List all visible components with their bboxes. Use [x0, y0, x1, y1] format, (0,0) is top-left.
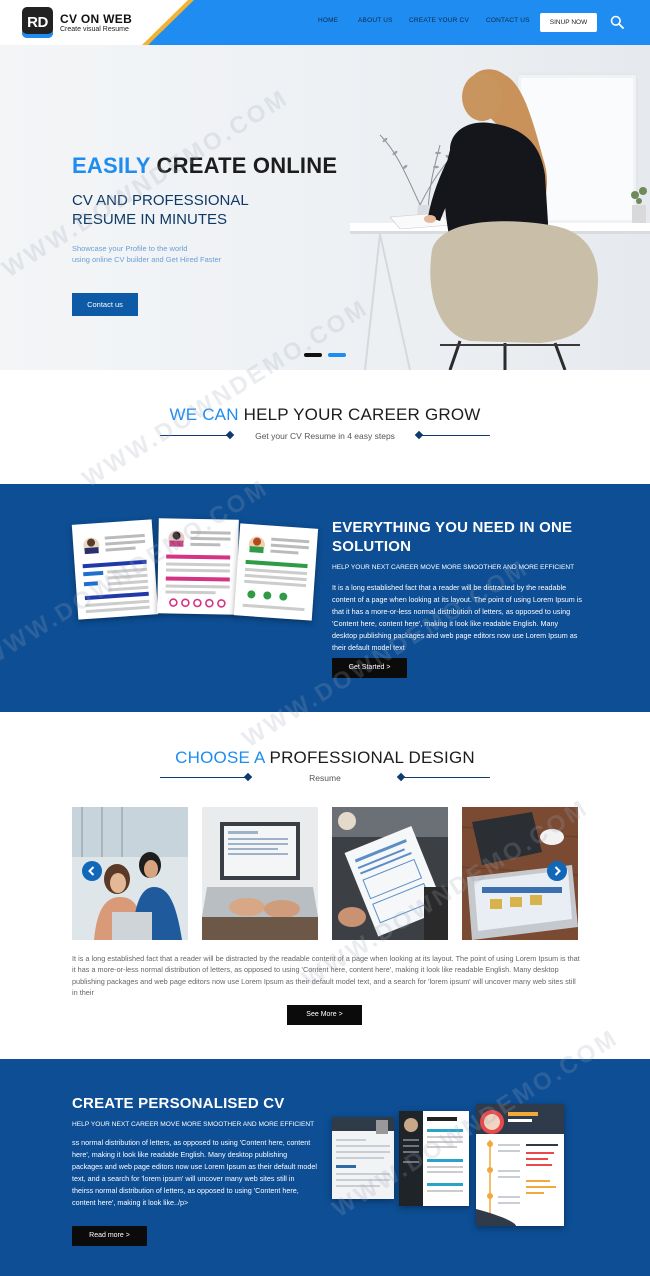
hero-subheading-line: RESUME IN MINUTES	[72, 211, 228, 228]
logo-title[interactable]: CV ON WEB	[60, 12, 132, 26]
design-photo-laptop[interactable]	[202, 807, 318, 940]
slider-dot-1[interactable]	[304, 353, 322, 357]
design-photo-documents[interactable]	[332, 807, 448, 940]
design-section-title: CHOOSE A PROFESSIONAL DESIGN	[175, 748, 475, 767]
divider-right	[420, 435, 490, 436]
search-icon[interactable]	[610, 15, 624, 29]
personalised-cv-section: CREATE PERSONALISED CV HELP YOUR NEXT CA…	[0, 1059, 650, 1276]
chevron-right-icon	[554, 866, 561, 876]
signup-button[interactable]: SINUP NOW	[540, 13, 597, 32]
solution-title: EVERYTHING YOU NEED IN ONE SOLUTION	[332, 518, 622, 556]
design-section-subtitle: Resume	[309, 773, 341, 783]
slider-dot-2-active[interactable]	[328, 353, 346, 357]
resume-sample-green	[233, 523, 319, 621]
see-more-button[interactable]: See More >	[287, 1005, 362, 1025]
nav-item-create-your-cv[interactable]: CREATE YOUR CV	[409, 17, 469, 24]
solution-title-line: EVERYTHING YOU NEED IN ONE	[332, 519, 573, 536]
hero-woman-at-desk-image	[350, 69, 650, 370]
chevron-left-icon	[88, 866, 95, 876]
hero-text: Showcase your Profile to the world using…	[72, 243, 272, 265]
logo-tagline: Create visual Resume	[60, 26, 129, 33]
solution-section: EVERYTHING YOU NEED IN ONE SOLUTION HELP…	[0, 484, 650, 712]
hero-text-line: Showcase your Profile to the world	[72, 244, 188, 253]
nav-item-home[interactable]: HOME	[318, 17, 338, 24]
cv-preview-dark	[399, 1111, 469, 1206]
help-section-subtitle: Get your CV Resume in 4 easy steps	[255, 431, 395, 441]
personalised-body: ss normal distribution of letters, as op…	[72, 1138, 317, 1208]
contact-us-button[interactable]: Contact us	[72, 293, 138, 316]
resume-sample-pink	[157, 518, 239, 615]
resume-sample-blue	[71, 519, 159, 620]
nav-item-about-us[interactable]: ABOUT US	[358, 17, 393, 24]
solution-lead: HELP YOUR NEXT CAREER MOVE MORE SMOOTHER…	[332, 564, 575, 571]
get-started-button[interactable]: Get Started >	[332, 658, 407, 678]
carousel-next-button[interactable]	[547, 861, 567, 881]
logo-mark[interactable]: RD	[22, 7, 53, 38]
hero-text-line: using online CV builder and Get Hired Fa…	[72, 255, 222, 264]
solution-title-line: SOLUTION	[332, 538, 412, 555]
hero-subheading-line: CV AND PROFESSIONAL	[72, 192, 249, 209]
hero-heading: EASILY CREATE ONLINE	[72, 153, 338, 178]
cv-preview-colorful	[476, 1104, 564, 1226]
solution-body: It is a long established fact that a rea…	[332, 583, 582, 653]
personalised-title: CREATE PERSONALISED CV	[72, 1095, 285, 1112]
divider-right	[402, 777, 490, 778]
design-body-text: It is a long established fact that a rea…	[72, 954, 580, 998]
carousel-prev-button[interactable]	[82, 861, 102, 881]
help-section-title: WE CAN HELP YOUR CAREER GROW	[169, 405, 481, 424]
personalised-lead: HELP YOUR NEXT CAREER MOVE MORE SMOOTHER…	[72, 1121, 315, 1128]
cv-preview-grey	[332, 1117, 394, 1199]
nav-item-contact-us[interactable]: CONTACT US	[486, 17, 530, 24]
read-more-button[interactable]: Read more >	[72, 1226, 147, 1246]
hero-subheading: CV AND PROFESSIONAL RESUME IN MINUTES	[72, 191, 302, 229]
top-navbar: RD CV ON WEB Create visual Resume HOME A…	[0, 0, 650, 45]
hero-slider: EASILY CREATE ONLINE CV AND PROFESSIONAL…	[0, 45, 650, 370]
